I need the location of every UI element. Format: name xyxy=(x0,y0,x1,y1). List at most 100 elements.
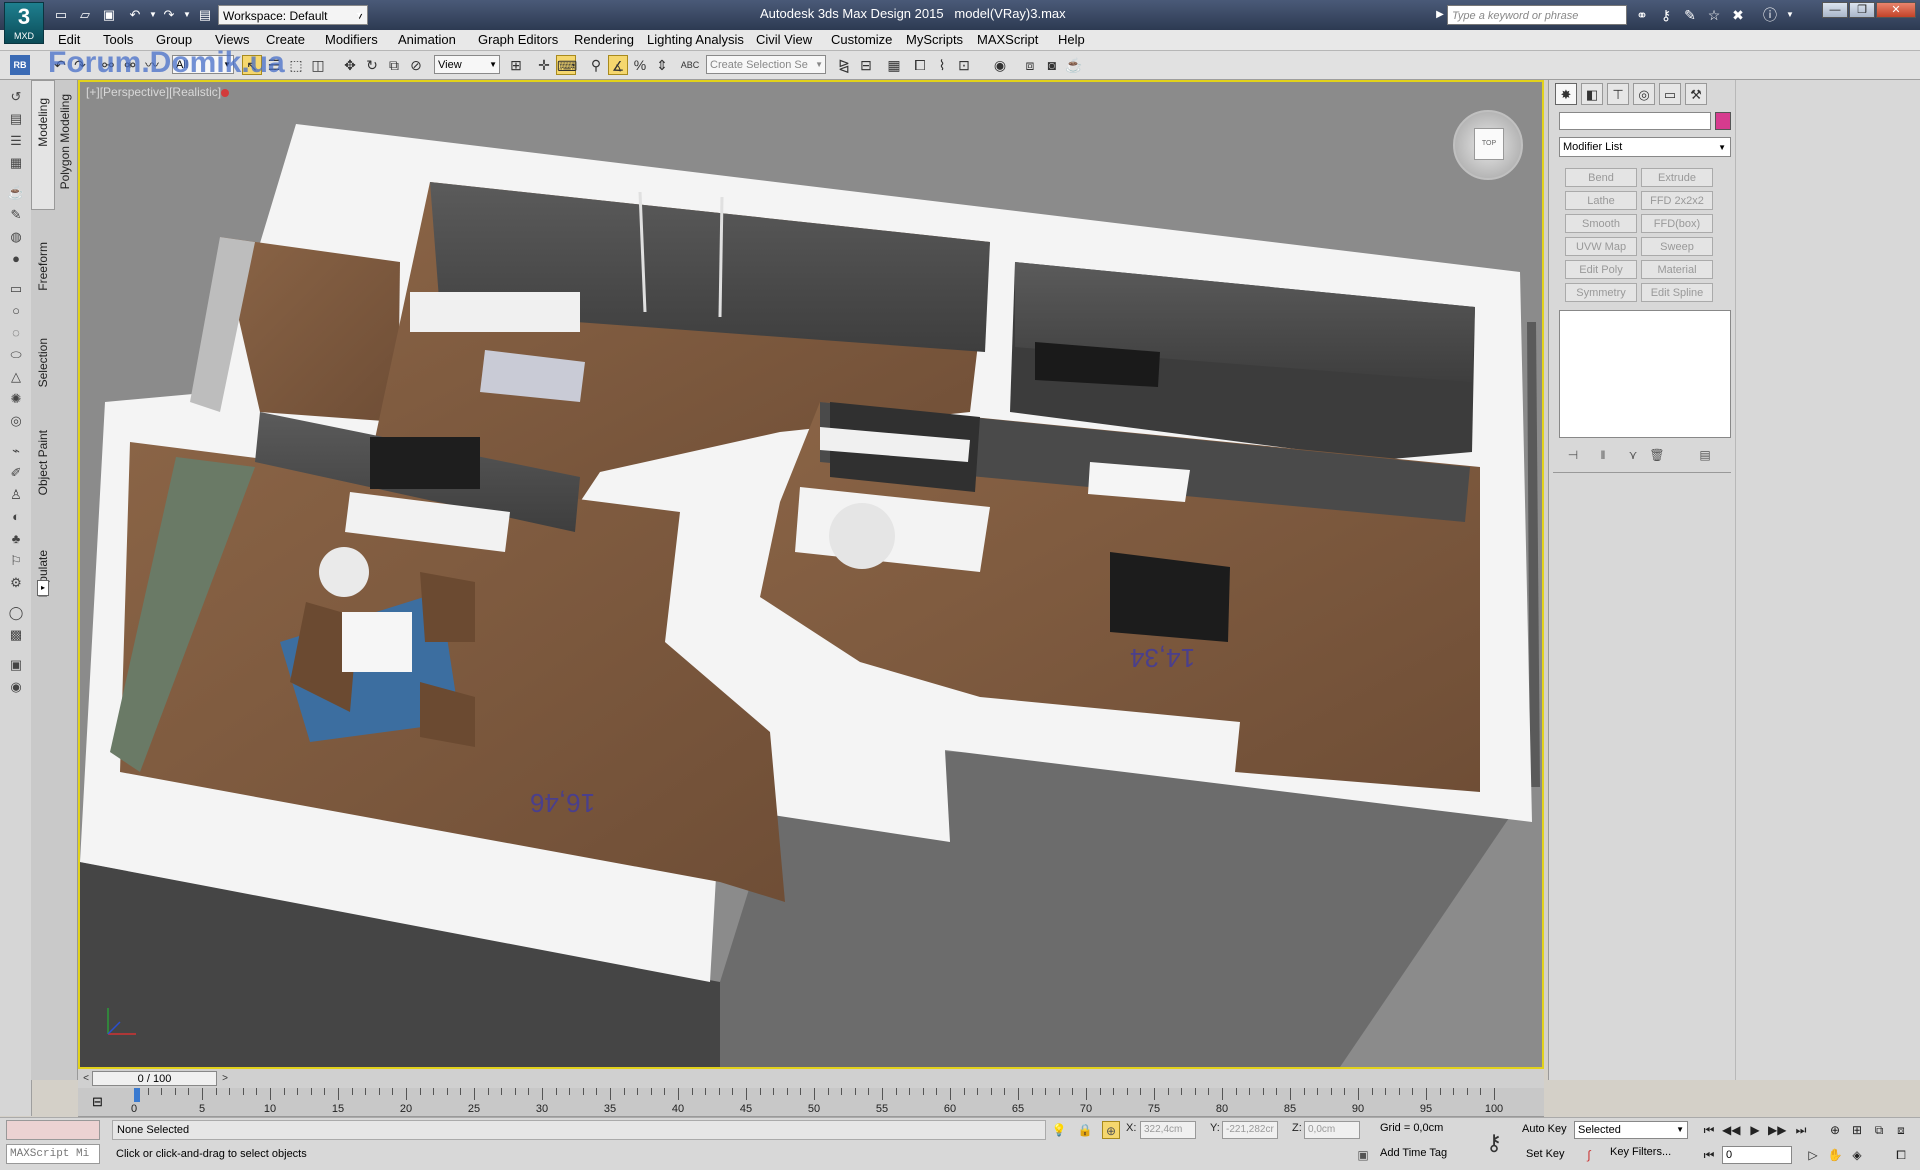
object-name-field[interactable] xyxy=(1559,112,1711,130)
set-key-button[interactable]: Set Key xyxy=(1526,1148,1565,1160)
strip-cone-icon[interactable]: △ xyxy=(6,368,26,386)
default-in-out-tangents-icon[interactable]: ∫ xyxy=(1580,1146,1598,1164)
viewport-menu-plus[interactable]: [+] xyxy=(86,85,100,99)
viewport-label[interactable]: [+][Perspective][Realistic] xyxy=(86,85,230,99)
ribbon-tab-object-paint[interactable]: Object Paint xyxy=(36,430,50,495)
redo-icon[interactable]: ↷ xyxy=(160,6,178,24)
menu-maxscript[interactable]: MAXScript xyxy=(977,32,1038,48)
previous-frame-icon[interactable]: ◀◀ xyxy=(1722,1121,1740,1139)
strip-figure-icon[interactable]: ♙ xyxy=(6,486,26,504)
rectangular-selection-icon[interactable]: ⬚ xyxy=(286,55,306,75)
zoom-extents-all-icon[interactable]: ⧈ xyxy=(1892,1121,1910,1139)
time-prev-arrow-icon[interactable]: < xyxy=(80,1071,92,1086)
strip-mesh-icon[interactable]: ⬭ xyxy=(6,346,26,364)
modifier-list-dropdown[interactable]: Modifier List ▼ xyxy=(1559,137,1731,157)
strip-list-icon[interactable]: ☰ xyxy=(6,132,26,150)
x-coordinate-field[interactable]: 322,4cm xyxy=(1140,1121,1196,1139)
hierarchy-tab-icon[interactable]: ⊤ xyxy=(1607,83,1629,105)
strip-teapot-icon[interactable]: ☕ xyxy=(6,184,26,202)
zoom-icon[interactable]: ⊕ xyxy=(1826,1121,1844,1139)
rendered-frame-window-icon[interactable]: ◙ xyxy=(1042,55,1062,75)
strip-help-icon[interactable]: ◉ xyxy=(6,678,26,696)
modifier-material-button[interactable]: Material xyxy=(1641,260,1713,279)
strip-table-icon[interactable]: ▦ xyxy=(6,154,26,172)
select-and-rotate-icon[interactable]: ↻ xyxy=(362,55,382,75)
time-next-arrow-icon[interactable]: > xyxy=(219,1071,231,1086)
y-coordinate-field[interactable]: -221,282cr xyxy=(1222,1121,1278,1139)
modifier-edit-spline-button[interactable]: Edit Spline xyxy=(1641,283,1713,302)
window-crossing-icon[interactable]: ◫ xyxy=(308,55,328,75)
percent-snap-icon[interactable]: % xyxy=(630,55,650,75)
viewcube-top-face[interactable]: TOP xyxy=(1474,128,1504,160)
key-filters-button[interactable]: Key Filters... xyxy=(1610,1146,1671,1158)
viewcube[interactable]: TOP xyxy=(1453,110,1523,180)
orbit-icon[interactable]: ◈ xyxy=(1848,1146,1866,1164)
undo-icon[interactable]: ↶ xyxy=(126,6,144,24)
strip-circle-icon[interactable]: ○ xyxy=(6,302,26,320)
modifier-uvw-map-button[interactable]: UVW Map xyxy=(1565,237,1637,256)
open-file-icon[interactable]: ▱ xyxy=(76,6,94,24)
ribbon-toggle-icon[interactable]: RB xyxy=(10,55,30,75)
mini-curve-editor-icon[interactable]: ⊟ xyxy=(92,1094,103,1110)
strip-light-icon[interactable]: ✺ xyxy=(6,390,26,408)
zoom-extents-icon[interactable]: ⧉ xyxy=(1870,1121,1888,1139)
strip-ring-icon[interactable]: ◌ xyxy=(6,324,26,342)
menu-myscripts[interactable]: MyScripts xyxy=(906,32,963,48)
layer-explorer-icon[interactable]: ▦ xyxy=(884,55,904,75)
maximize-button[interactable]: ❐ xyxy=(1849,2,1875,18)
strip-sphere2-icon[interactable]: ◯ xyxy=(6,604,26,622)
menu-lighting-analysis[interactable]: Lighting Analysis xyxy=(647,32,744,48)
isolate-selection-icon[interactable]: 💡 xyxy=(1050,1121,1068,1139)
strip-grid-icon[interactable]: ▩ xyxy=(6,626,26,644)
key-mode-toggle-icon[interactable]: ⏮ xyxy=(1700,1146,1718,1164)
modifier-stack[interactable] xyxy=(1559,310,1731,438)
redo-dropdown-icon[interactable]: ▼ xyxy=(178,6,196,24)
toggle-ribbon-icon[interactable]: ⧠ xyxy=(910,55,930,75)
help-icon[interactable]: ⓘ xyxy=(1760,6,1780,24)
keyboard-shortcut-override-icon[interactable]: ⌨ xyxy=(556,55,577,75)
menu-graph-editors[interactable]: Graph Editors xyxy=(478,32,558,48)
favorites-star-icon[interactable]: ☆ xyxy=(1704,6,1724,24)
curve-editor-icon[interactable]: ⌇ xyxy=(932,55,952,75)
select-and-scale-icon[interactable]: ⧉ xyxy=(384,55,404,75)
current-frame-marker[interactable] xyxy=(134,1088,140,1102)
close-button[interactable]: ✕ xyxy=(1876,2,1916,18)
select-and-move-icon[interactable]: ✥ xyxy=(340,55,360,75)
strip-sphere-icon[interactable]: ● xyxy=(6,250,26,268)
strip-target-icon[interactable]: ◎ xyxy=(6,412,26,430)
minimize-button[interactable]: — xyxy=(1822,2,1848,18)
strip-gear-icon[interactable]: ⚙ xyxy=(6,574,26,592)
key-selection-set-dropdown[interactable]: Selected ▼ xyxy=(1574,1121,1688,1139)
quick-access-dropdown-icon[interactable]: ▼ xyxy=(350,6,368,24)
workspace-selector[interactable]: Workspace: Default ▼ xyxy=(218,5,368,25)
named-selection-set-dropdown[interactable]: Create Selection Se ▼ xyxy=(706,55,826,74)
pin-stack-icon[interactable]: ⊣ xyxy=(1563,446,1583,464)
motion-tab-icon[interactable]: ◎ xyxy=(1633,83,1655,105)
create-tab-icon[interactable]: ✸ xyxy=(1555,83,1577,105)
select-and-place-icon[interactable]: ⊘ xyxy=(406,55,426,75)
configure-modifier-sets-icon[interactable]: ▤ xyxy=(1695,446,1715,464)
add-time-tag-button[interactable]: Add Time Tag xyxy=(1380,1147,1447,1159)
ribbon-expand-icon[interactable]: ▸ xyxy=(37,580,49,596)
strip-globe-icon[interactable]: ◐ xyxy=(6,508,26,526)
menu-animation[interactable]: Animation xyxy=(398,32,456,48)
modifier-edit-poly-button[interactable]: Edit Poly xyxy=(1565,260,1637,279)
binoculars-search-icon[interactable]: ⚭ xyxy=(1632,6,1652,24)
strip-spray-icon[interactable]: ✐ xyxy=(6,464,26,482)
display-tab-icon[interactable]: ▭ xyxy=(1659,83,1681,105)
absolute-mode-transform-icon[interactable]: ⊕ xyxy=(1102,1121,1120,1139)
render-production-icon[interactable]: ☕ xyxy=(1064,55,1084,75)
new-scene-icon[interactable]: ▭ xyxy=(52,6,70,24)
menu-rendering[interactable]: Rendering xyxy=(574,32,634,48)
select-manipulate-icon[interactable]: ✛ xyxy=(534,55,554,75)
zoom-all-icon[interactable]: ⊞ xyxy=(1848,1121,1866,1139)
modifier-ffd2x2x2-button[interactable]: FFD 2x2x2 xyxy=(1641,191,1713,210)
time-tag-icon[interactable]: ▣ xyxy=(1354,1146,1372,1164)
current-frame-field[interactable]: 0 xyxy=(1722,1146,1792,1164)
render-setup-icon[interactable]: ⧈ xyxy=(1020,55,1040,75)
z-coordinate-field[interactable]: 0,0cm xyxy=(1304,1121,1360,1139)
menu-civil-view[interactable]: Civil View xyxy=(756,32,812,48)
selection-lock-icon[interactable]: 🔒 xyxy=(1076,1121,1094,1139)
maxscript-mini-listener[interactable]: MAXScript Mi xyxy=(6,1144,100,1164)
menu-modifiers[interactable]: Modifiers xyxy=(325,32,378,48)
